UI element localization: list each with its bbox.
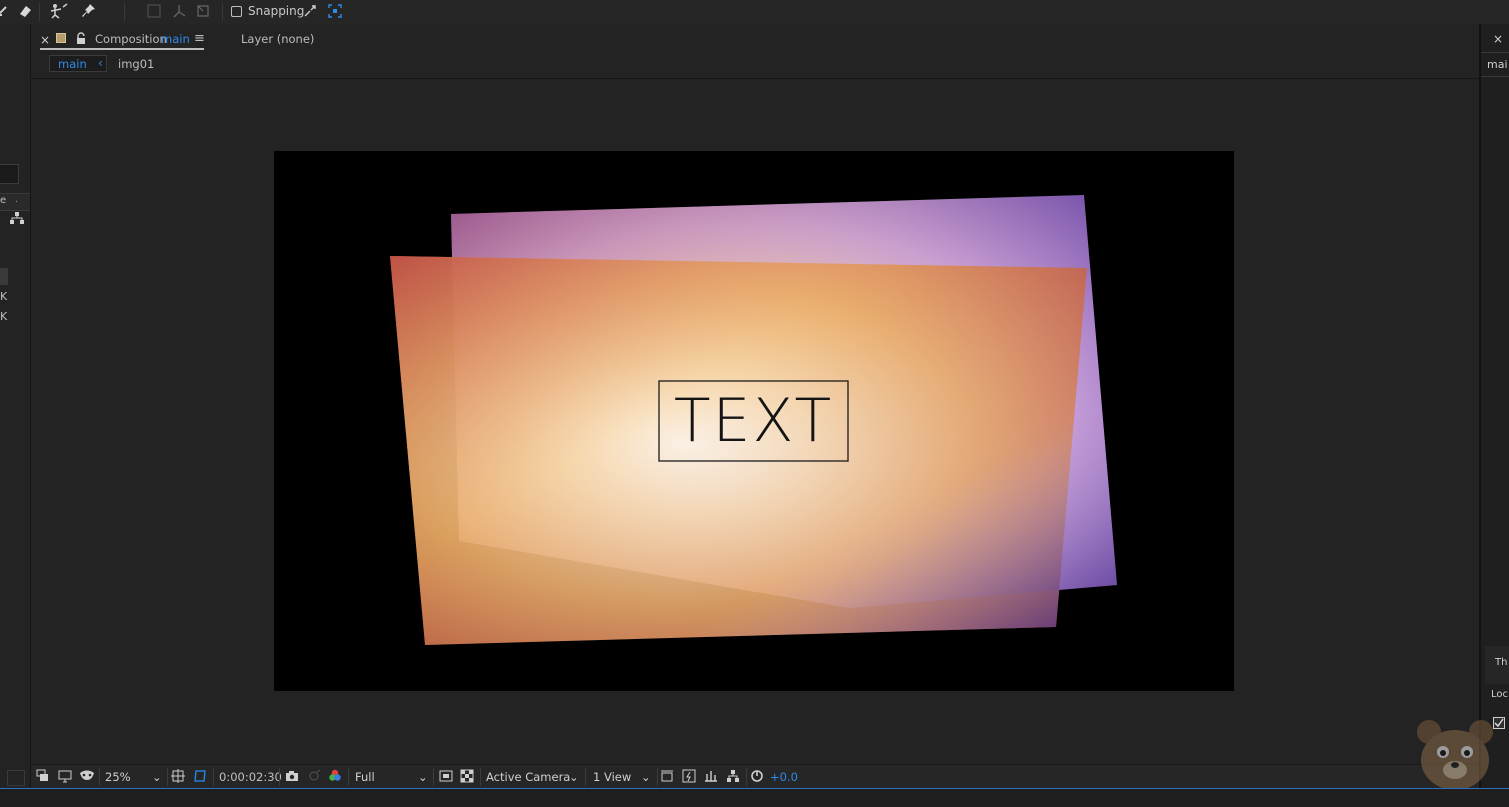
column-letter: e [0,195,7,206]
chevron-down-icon[interactable]: ⌄ [569,769,579,785]
bit-depth-fragment[interactable] [7,770,25,786]
panel-label-loc: Loc [1491,689,1509,700]
snapshot-camera-icon[interactable] [285,769,299,785]
close-tab-button[interactable]: × [40,33,50,47]
puppet-icon[interactable] [48,3,70,19]
view-layout-dropdown[interactable]: 1 View [593,769,631,785]
toggle-pixel-aspect-icon[interactable] [660,769,674,785]
snapping-label: Snapping [248,4,305,18]
composition-frame[interactable]: TEXT [274,151,1234,691]
current-time[interactable]: 0:00:02:30 [219,769,282,785]
timeline-icon[interactable] [704,769,718,785]
tab-layer[interactable]: Layer (none) [241,32,314,46]
flowchart-icon[interactable] [9,210,25,226]
camera-dropdown[interactable]: Active Camera [486,769,570,785]
snap-edge-icon[interactable] [302,3,318,19]
size-unit: K [0,310,8,323]
mask-visibility-icon[interactable] [79,769,95,785]
align-icon[interactable] [146,3,162,19]
rgb-channels-icon[interactable] [328,769,342,785]
text-layer[interactable]: TEXT [659,383,848,459]
status-strip [0,788,1509,807]
lock-icon[interactable] [75,31,87,45]
bounding-icon[interactable] [195,3,211,19]
resolution-dropdown[interactable]: Full [355,769,375,785]
chevron-down-icon[interactable]: ⌄ [418,769,428,785]
toolbar-divider [222,3,223,21]
chevron-down-icon[interactable]: ⌄ [152,769,162,785]
bear-mascot-watermark [1413,716,1497,794]
eraser-icon[interactable] [17,3,33,19]
breadcrumb-item-main[interactable]: main ‹ [49,55,107,72]
composition-panel-header: × Composition main ≡ Layer (none) main ‹… [31,24,1479,79]
label-color-swatch[interactable] [56,33,66,43]
active-tab-underline [40,48,204,50]
fast-preview-mode-icon[interactable] [682,769,696,785]
show-snapshot-icon[interactable] [307,769,321,785]
axis-icon[interactable] [171,3,187,19]
flowchart-icon[interactable] [726,769,740,785]
reset-exposure-icon[interactable] [750,769,764,785]
region-of-interest-icon[interactable] [193,769,207,785]
pin-icon[interactable] [79,3,99,19]
snap-target-icon[interactable] [327,3,343,19]
tab-composition-label[interactable]: Composition [95,32,167,46]
transparency-grid-icon[interactable] [460,769,474,785]
right-panel: × mai Th Loc [1479,24,1509,794]
tab-composition-name[interactable]: main [161,32,190,46]
chevron-down-icon[interactable]: ⌄ [641,769,651,785]
panel-label-th: Th [1495,657,1508,668]
breadcrumb-item-img01[interactable]: img01 [118,57,154,71]
magnification-dropdown[interactable]: 25% [105,769,131,785]
exposure-value[interactable]: +0.0 [770,769,798,785]
toolbar-divider [124,3,125,21]
close-icon[interactable]: × [1493,32,1503,46]
column-header-fragment: e . [0,193,30,211]
snapping-checkbox[interactable] [231,6,242,17]
list-row-fragment[interactable] [0,268,8,285]
left-project-panel: e . K K [0,24,31,794]
always-preview-icon[interactable] [36,769,50,785]
viewer-footer-toolbar: 25% ⌄ 0:00:02:30 Full ⌄ Active Camera ⌄ … [31,764,1479,789]
search-field-fragment[interactable] [0,164,19,184]
top-toolbar: Snapping [0,0,1509,25]
fast-previews-icon[interactable] [439,769,453,785]
monitor-icon[interactable] [58,769,72,785]
size-unit: K [0,290,8,303]
safe-margins-icon[interactable] [171,769,185,785]
breadcrumb-arrow-icon: ‹ [98,56,103,70]
timeline-tab-label[interactable]: mai [1487,58,1508,71]
toolbar-divider [39,3,40,21]
panel-menu-icon[interactable]: ≡ [194,31,205,46]
pen-tool-icon[interactable] [0,3,12,19]
